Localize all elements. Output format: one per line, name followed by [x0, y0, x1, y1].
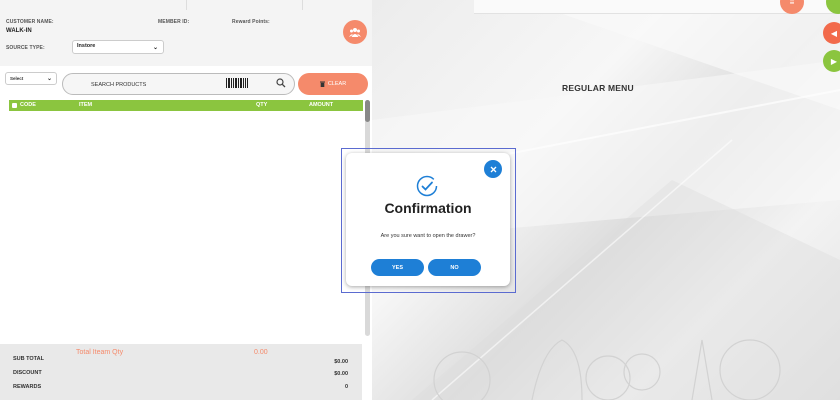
member-id-label: MEMBER ID: — [158, 19, 190, 25]
customer-name-label: CUSTOMER NAME: — [6, 19, 54, 25]
dialog-message: Are you sure want to open the drawer? — [380, 233, 476, 239]
source-type-label: SOURCE TYPE: — [6, 45, 45, 51]
sub-total-label: SUB TOTAL — [13, 356, 44, 362]
divider — [302, 0, 303, 10]
select-all-checkbox[interactable] — [12, 103, 17, 108]
column-item: ITEM — [79, 102, 93, 108]
column-amount: AMOUNT — [309, 102, 334, 108]
next-button[interactable]: ▶ — [823, 50, 840, 72]
menu-title: REGULAR MENU — [562, 83, 634, 93]
column-code: CODE — [20, 102, 36, 108]
menu-icon: ≡ — [789, 0, 795, 7]
barcode-icon[interactable] — [226, 78, 248, 88]
close-button[interactable] — [484, 160, 502, 178]
clear-button-label: CLEAR — [327, 81, 347, 87]
search-icon[interactable] — [276, 78, 286, 88]
caret-left-icon: ◀ — [830, 28, 838, 38]
discount-label: DISCOUNT — [13, 370, 42, 376]
reward-points-label: Reward Points: — [232, 19, 270, 25]
category-select[interactable]: Select ⌄ — [5, 72, 57, 85]
users-icon — [349, 28, 361, 37]
chevron-down-icon: ⌄ — [152, 45, 158, 51]
yes-button[interactable]: YES — [371, 259, 424, 276]
totals-panel: Total Iteam Qty 0.00 SUB TOTAL $0.00 DIS… — [0, 344, 362, 400]
table-header: CODE ITEM QTY AMOUNT — [9, 100, 363, 111]
previous-button[interactable]: ◀ — [823, 22, 840, 44]
source-type-select[interactable]: Instore ⌄ — [72, 40, 164, 54]
divider — [186, 0, 187, 10]
sub-total-value: $0.00 — [334, 359, 348, 365]
discount-value: $0.00 — [334, 371, 348, 377]
trash-icon — [319, 81, 325, 87]
customer-button[interactable] — [343, 20, 367, 44]
category-select-value: Select — [10, 76, 24, 81]
dialog-title: Confirmation — [384, 200, 472, 216]
total-item-qty-value: 0.00 — [254, 349, 268, 356]
no-button[interactable]: NO — [428, 259, 481, 276]
scrollbar-thumb[interactable] — [365, 100, 370, 122]
play-icon: ▶ — [830, 56, 838, 66]
clear-button[interactable]: CLEAR — [298, 73, 368, 95]
total-item-qty-label: Total Iteam Qty — [76, 349, 124, 356]
source-type-value: Instore — [77, 43, 96, 49]
close-icon — [490, 166, 496, 172]
rewards-label: REWARDS — [13, 384, 42, 390]
column-qty: QTY — [256, 102, 268, 108]
chevron-down-icon: ⌄ — [46, 76, 52, 82]
rewards-value: 0 — [344, 384, 348, 390]
check-circle-icon — [416, 175, 438, 197]
confirmation-dialog: Confirmation Are you sure want to open t… — [346, 153, 510, 286]
search-input[interactable]: SEARCH PRODUCTS — [62, 73, 295, 95]
customer-name-value: WALK-IN — [6, 28, 32, 34]
order-panel: CUSTOMER NAME: WALK-IN MEMBER ID: Reward… — [0, 0, 372, 400]
search-placeholder: SEARCH PRODUCTS — [91, 82, 147, 88]
